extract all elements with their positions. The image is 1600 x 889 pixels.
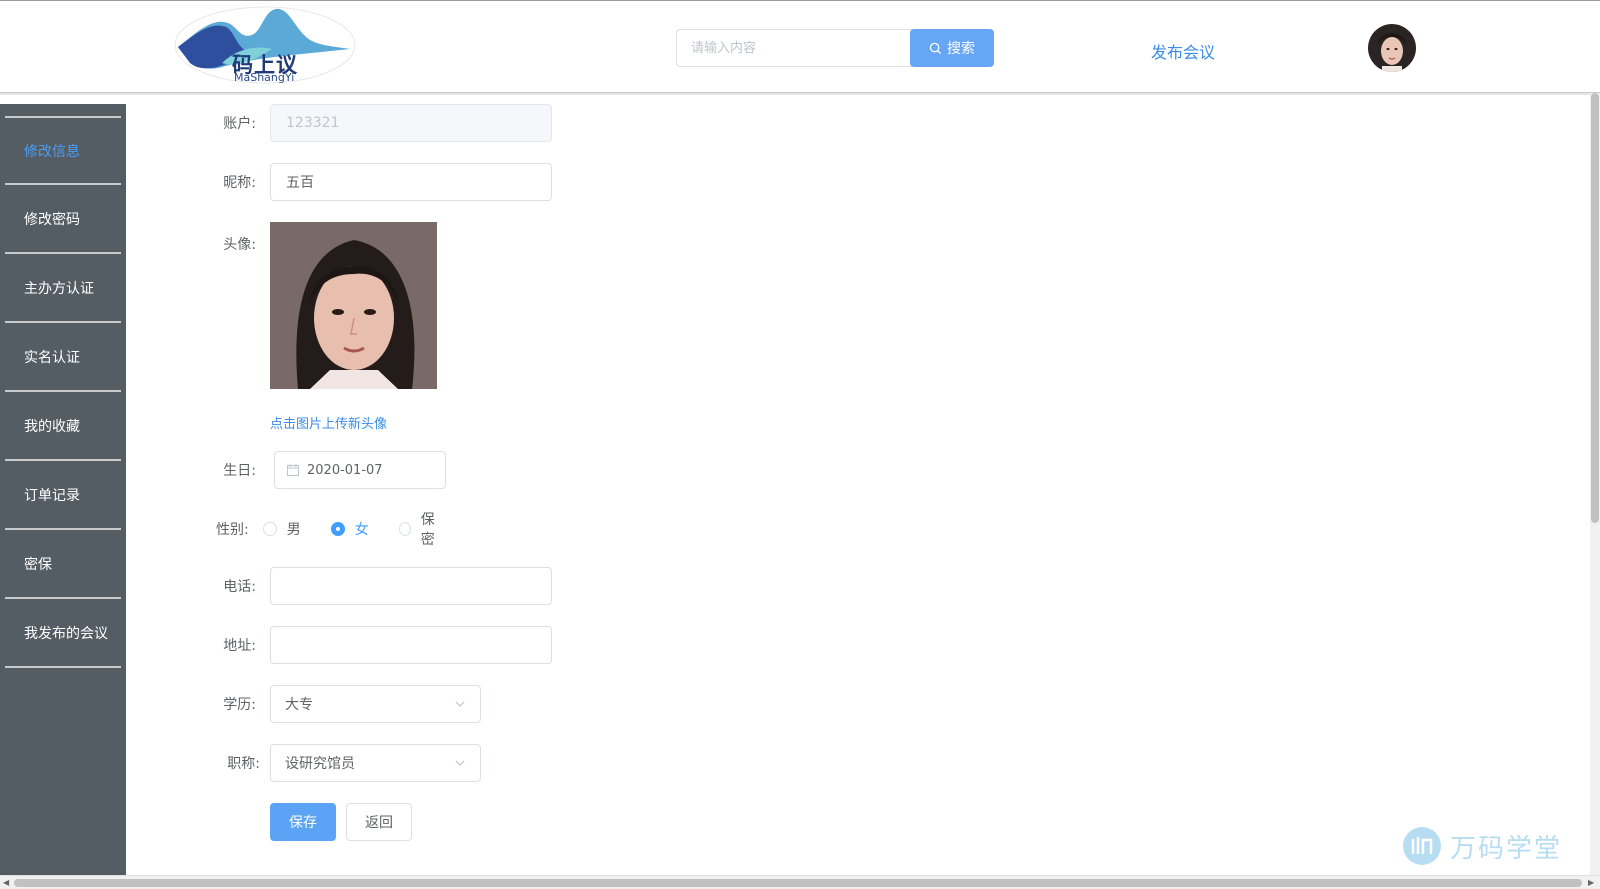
- calendar-icon: [287, 464, 299, 476]
- sidebar-item-orders[interactable]: 订单记录: [5, 461, 121, 530]
- chevron-down-icon: [455, 760, 465, 766]
- radio-label: 男: [286, 522, 301, 538]
- sidebar-item-label: 我的收藏: [24, 418, 80, 435]
- address-label: 地址:: [223, 638, 256, 654]
- sidebar-item-label: 我发布的会议: [24, 625, 108, 642]
- sidebar-item-organizer-verify[interactable]: 主办方认证: [5, 254, 121, 323]
- watermark-text: 万码学堂: [1450, 833, 1563, 864]
- phone-field[interactable]: [270, 567, 552, 605]
- title-value: 设研究馆员: [285, 756, 355, 772]
- avatar-portrait-icon: [1368, 24, 1416, 72]
- gender-radio-secret[interactable]: 保密: [398, 509, 444, 549]
- birthday-label: 生日:: [223, 463, 256, 479]
- title-select[interactable]: 设研究馆员: [270, 744, 481, 782]
- radio-label: 女: [354, 522, 369, 538]
- scroll-left-arrow-icon[interactable]: ◀: [3, 878, 9, 887]
- sidebar-item-label: 实名认证: [24, 349, 80, 366]
- radio-label: 保密: [420, 512, 435, 548]
- gender-label: 性别:: [216, 522, 249, 538]
- nickname-field[interactable]: [270, 163, 552, 201]
- scroll-right-arrow-icon[interactable]: ▶: [1588, 878, 1594, 887]
- vertical-scrollbar[interactable]: [1590, 93, 1600, 875]
- sidebar-item-label: 主办方认证: [24, 280, 94, 297]
- logo[interactable]: 码上议 MaShangYi: [172, 5, 358, 85]
- logo-subtitle: MaShangYi: [234, 71, 295, 84]
- birthday-datepicker[interactable]: 2020-01-07: [274, 451, 446, 489]
- sidebar-item-label: 修改信息: [24, 143, 80, 160]
- account-label: 账户:: [223, 116, 256, 132]
- sidebar: 修改信息 修改密码 主办方认证 实名认证 我的收藏 订单记录 密保 我发布的会议: [0, 104, 126, 875]
- horizontal-scroll-thumb[interactable]: [14, 879, 1582, 887]
- upload-avatar-link[interactable]: 点击图片上传新头像: [270, 417, 387, 432]
- search-button[interactable]: 搜索: [910, 29, 994, 67]
- search-icon: [929, 42, 942, 54]
- gender-radio-female[interactable]: 女: [330, 519, 369, 539]
- education-select[interactable]: 大专: [270, 685, 481, 723]
- account-field[interactable]: [270, 104, 552, 142]
- vertical-scroll-thumb[interactable]: [1591, 93, 1599, 523]
- watermark-logo-icon: [1403, 827, 1441, 865]
- gender-radio-male[interactable]: 男: [262, 519, 301, 539]
- sidebar-item-realname-verify[interactable]: 实名认证: [5, 323, 121, 392]
- avatar-label: 头像:: [223, 237, 256, 253]
- sidebar-item-change-password[interactable]: 修改密码: [5, 185, 121, 254]
- horizontal-scrollbar[interactable]: ◀ ▶: [0, 875, 1600, 889]
- chevron-down-icon: [455, 701, 465, 707]
- watermark: 万码学堂: [1402, 826, 1562, 866]
- nickname-label: 昵称:: [223, 175, 256, 191]
- phone-label: 电话:: [223, 579, 256, 595]
- publish-meeting-link[interactable]: 发布会议: [1151, 39, 1215, 63]
- profile-portrait-icon: [270, 222, 437, 389]
- sidebar-item-my-meetings[interactable]: 我发布的会议: [5, 599, 121, 668]
- page: 码上议 MaShangYi 搜索 发布会议 修改信息: [0, 0, 1600, 889]
- sidebar-item-security-question[interactable]: 密保: [5, 530, 121, 599]
- education-value: 大专: [285, 697, 313, 713]
- back-button[interactable]: 返回: [346, 803, 412, 841]
- address-field[interactable]: [270, 626, 552, 664]
- save-button[interactable]: 保存: [270, 803, 336, 841]
- search-input[interactable]: [676, 29, 912, 67]
- birthday-value: 2020-01-07: [307, 462, 383, 478]
- sidebar-item-edit-info[interactable]: 修改信息: [5, 116, 121, 185]
- radio-circle: [262, 522, 277, 536]
- radio-circle: [330, 522, 345, 536]
- education-label: 学历:: [223, 697, 256, 713]
- sidebar-item-label: 订单记录: [24, 487, 80, 504]
- sidebar-item-favorites[interactable]: 我的收藏: [5, 392, 121, 461]
- search-button-label: 搜索: [947, 41, 975, 57]
- sidebar-item-label: 密保: [24, 556, 52, 573]
- radio-circle: [398, 522, 411, 536]
- top-header: 码上议 MaShangYi 搜索 发布会议: [0, 0, 1600, 95]
- user-avatar[interactable]: [1368, 24, 1416, 72]
- title-label: 职称:: [227, 756, 260, 772]
- sidebar-item-label: 修改密码: [24, 211, 80, 228]
- avatar-upload-image[interactable]: [270, 222, 437, 389]
